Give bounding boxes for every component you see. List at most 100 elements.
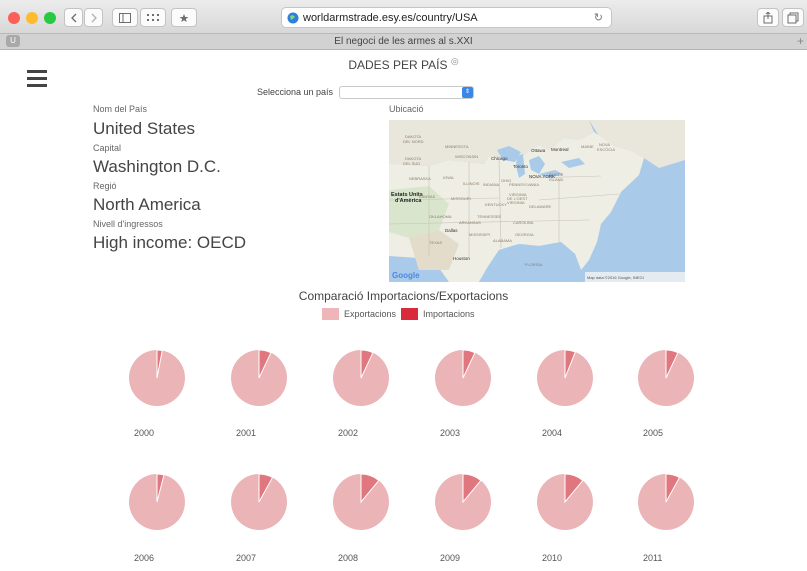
sidebar-icon <box>119 12 131 23</box>
capital-value: Washington D.C. <box>93 157 221 176</box>
pie-chart-2001 <box>231 350 287 406</box>
map-country-line2: d'Amèrica <box>395 198 422 204</box>
svg-text:DELAWARE: DELAWARE <box>529 204 551 209</box>
svg-text:MAINE: MAINE <box>581 144 594 149</box>
new-tab-button[interactable]: + <box>797 34 804 48</box>
forward-button[interactable] <box>84 8 103 27</box>
pie-chart-2004 <box>537 350 593 406</box>
sidebar-button[interactable] <box>112 8 138 27</box>
svg-text:WISCONSIN: WISCONSIN <box>455 154 478 159</box>
svg-text:Houston: Houston <box>453 256 470 261</box>
svg-text:PENNSYLVANIA: PENNSYLVANIA <box>509 182 539 187</box>
region-value: North America <box>93 195 201 214</box>
map-label: Ubicació <box>389 104 424 114</box>
pie-year-label: 2000 <box>134 428 155 438</box>
svg-text:ALABAMA: ALABAMA <box>493 238 512 243</box>
comparison-title: Comparació Importacions/Exportacions <box>298 289 509 303</box>
pie-chart-2007 <box>231 474 287 530</box>
svg-text:TENNESSEE: TENNESSEE <box>477 214 502 219</box>
zoom-window-button[interactable] <box>44 12 56 24</box>
pie-chart-2000 <box>129 350 185 406</box>
share-icon <box>763 11 773 23</box>
pie-year-label: 2011 <box>643 553 663 563</box>
svg-text:ESCÒCIA: ESCÒCIA <box>597 147 615 152</box>
share-button[interactable] <box>757 8 779 27</box>
back-button[interactable] <box>64 8 83 27</box>
pie-year-label: 2002 <box>338 428 359 438</box>
eye-icon: ◎ <box>450 56 459 66</box>
tab-title[interactable]: El negoci de les armes al s.XXI <box>0 36 807 47</box>
country-name: United States <box>93 119 196 138</box>
tab-bar: U El negoci de les armes al s.XXI + <box>0 34 807 50</box>
svg-text:FLORIDA: FLORIDA <box>525 262 543 267</box>
pie-chart-2008 <box>333 474 389 530</box>
legend-label-exports: Exportacions <box>344 309 397 319</box>
svg-text:NOVA YORK: NOVA YORK <box>529 174 555 179</box>
location-map[interactable]: DAKOTA DEL NORD MINNESOTA DAKOTA DEL SUD WI… <box>389 120 685 282</box>
pie-chart-2011 <box>638 474 694 530</box>
country-name-label: Nom del País <box>93 104 148 114</box>
svg-text:OKLAHOMA: OKLAHOMA <box>429 214 452 219</box>
svg-text:Ottawa: Ottawa <box>531 148 546 153</box>
pie-year-label: 2005 <box>643 428 664 438</box>
legend-swatch-imports <box>401 308 419 320</box>
globe-icon <box>287 12 299 23</box>
svg-text:NEBRASKA: NEBRASKA <box>409 176 431 181</box>
chevron-right-icon <box>91 13 97 22</box>
pie-chart-2010 <box>537 474 593 530</box>
chevron-left-icon <box>70 13 76 22</box>
pie-chart-2009 <box>435 474 491 530</box>
top-sites-button[interactable] <box>140 8 166 27</box>
tabs-overview-button[interactable] <box>782 8 804 27</box>
star-icon <box>179 13 189 22</box>
svg-text:IOWA: IOWA <box>443 175 454 180</box>
svg-text:DE L'OEST: DE L'OEST <box>507 196 528 201</box>
svg-text:ILLINOIS: ILLINOIS <box>463 181 480 186</box>
grid-icon <box>147 13 159 21</box>
page-title-text: DADES PER PAÍS <box>348 58 448 72</box>
close-window-button[interactable] <box>8 12 20 24</box>
pie-chart-2006 <box>129 474 185 530</box>
income-label: Nivell d'ingressos <box>93 219 163 229</box>
select-arrows-icon: ⇕ <box>462 87 473 98</box>
map-attribution: Map data ©2016 Google, INEGI <box>587 275 644 280</box>
svg-text:Montreal: Montreal <box>551 147 569 152</box>
bookmark-button[interactable] <box>171 8 197 27</box>
svg-text:ARKANSAS: ARKANSAS <box>459 220 481 225</box>
svg-text:KENTUCKY: KENTUCKY <box>485 202 507 207</box>
menu-icon[interactable] <box>27 70 47 91</box>
minimize-window-button[interactable] <box>26 12 38 24</box>
pie-year-label: 2008 <box>338 553 359 563</box>
country-select-label: Selecciona un país <box>257 87 334 97</box>
browser-toolbar: worldarmstrade.esy.es/country/USA ↻ <box>0 0 807 34</box>
income-value: High income: OECD <box>93 233 247 252</box>
pie-year-label: 2009 <box>440 553 461 563</box>
chart-legend: Exportacions Importacions <box>322 308 475 320</box>
svg-text:GEORGIA: GEORGIA <box>515 232 534 237</box>
pie-year-label: 2007 <box>236 553 257 563</box>
address-bar[interactable]: worldarmstrade.esy.es/country/USA ↻ <box>281 7 612 28</box>
pie-year-label: 2001 <box>236 428 257 438</box>
region-label: Regió <box>93 181 117 191</box>
svg-text:DEL SUD: DEL SUD <box>403 161 420 166</box>
pie-year-label: 2003 <box>440 428 461 438</box>
tabs-icon <box>787 12 799 23</box>
pie-chart-2003 <box>435 350 491 406</box>
url-text: worldarmstrade.esy.es/country/USA <box>303 11 478 24</box>
pie-year-label: 2004 <box>542 428 563 438</box>
svg-text:CAROLINA: CAROLINA <box>513 220 534 225</box>
svg-text:MINNESOTA: MINNESOTA <box>445 144 469 149</box>
country-select[interactable]: ⇕ <box>339 86 474 99</box>
pie-chart-2002 <box>333 350 389 406</box>
legend-swatch-exports <box>322 308 339 320</box>
reload-icon[interactable]: ↻ <box>594 11 603 24</box>
pie-year-label: 2010 <box>542 553 563 563</box>
pie-year-label: 2006 <box>134 553 155 563</box>
svg-text:Dallas: Dallas <box>445 228 458 233</box>
svg-text:MISSOURI: MISSOURI <box>451 196 471 201</box>
svg-text:MISSISSIPI: MISSISSIPI <box>469 232 490 237</box>
svg-text:TEXAS: TEXAS <box>429 240 442 245</box>
svg-text:DEL NORD: DEL NORD <box>403 139 424 144</box>
svg-text:Chicago: Chicago <box>491 156 508 161</box>
google-logo: Google <box>392 271 420 280</box>
